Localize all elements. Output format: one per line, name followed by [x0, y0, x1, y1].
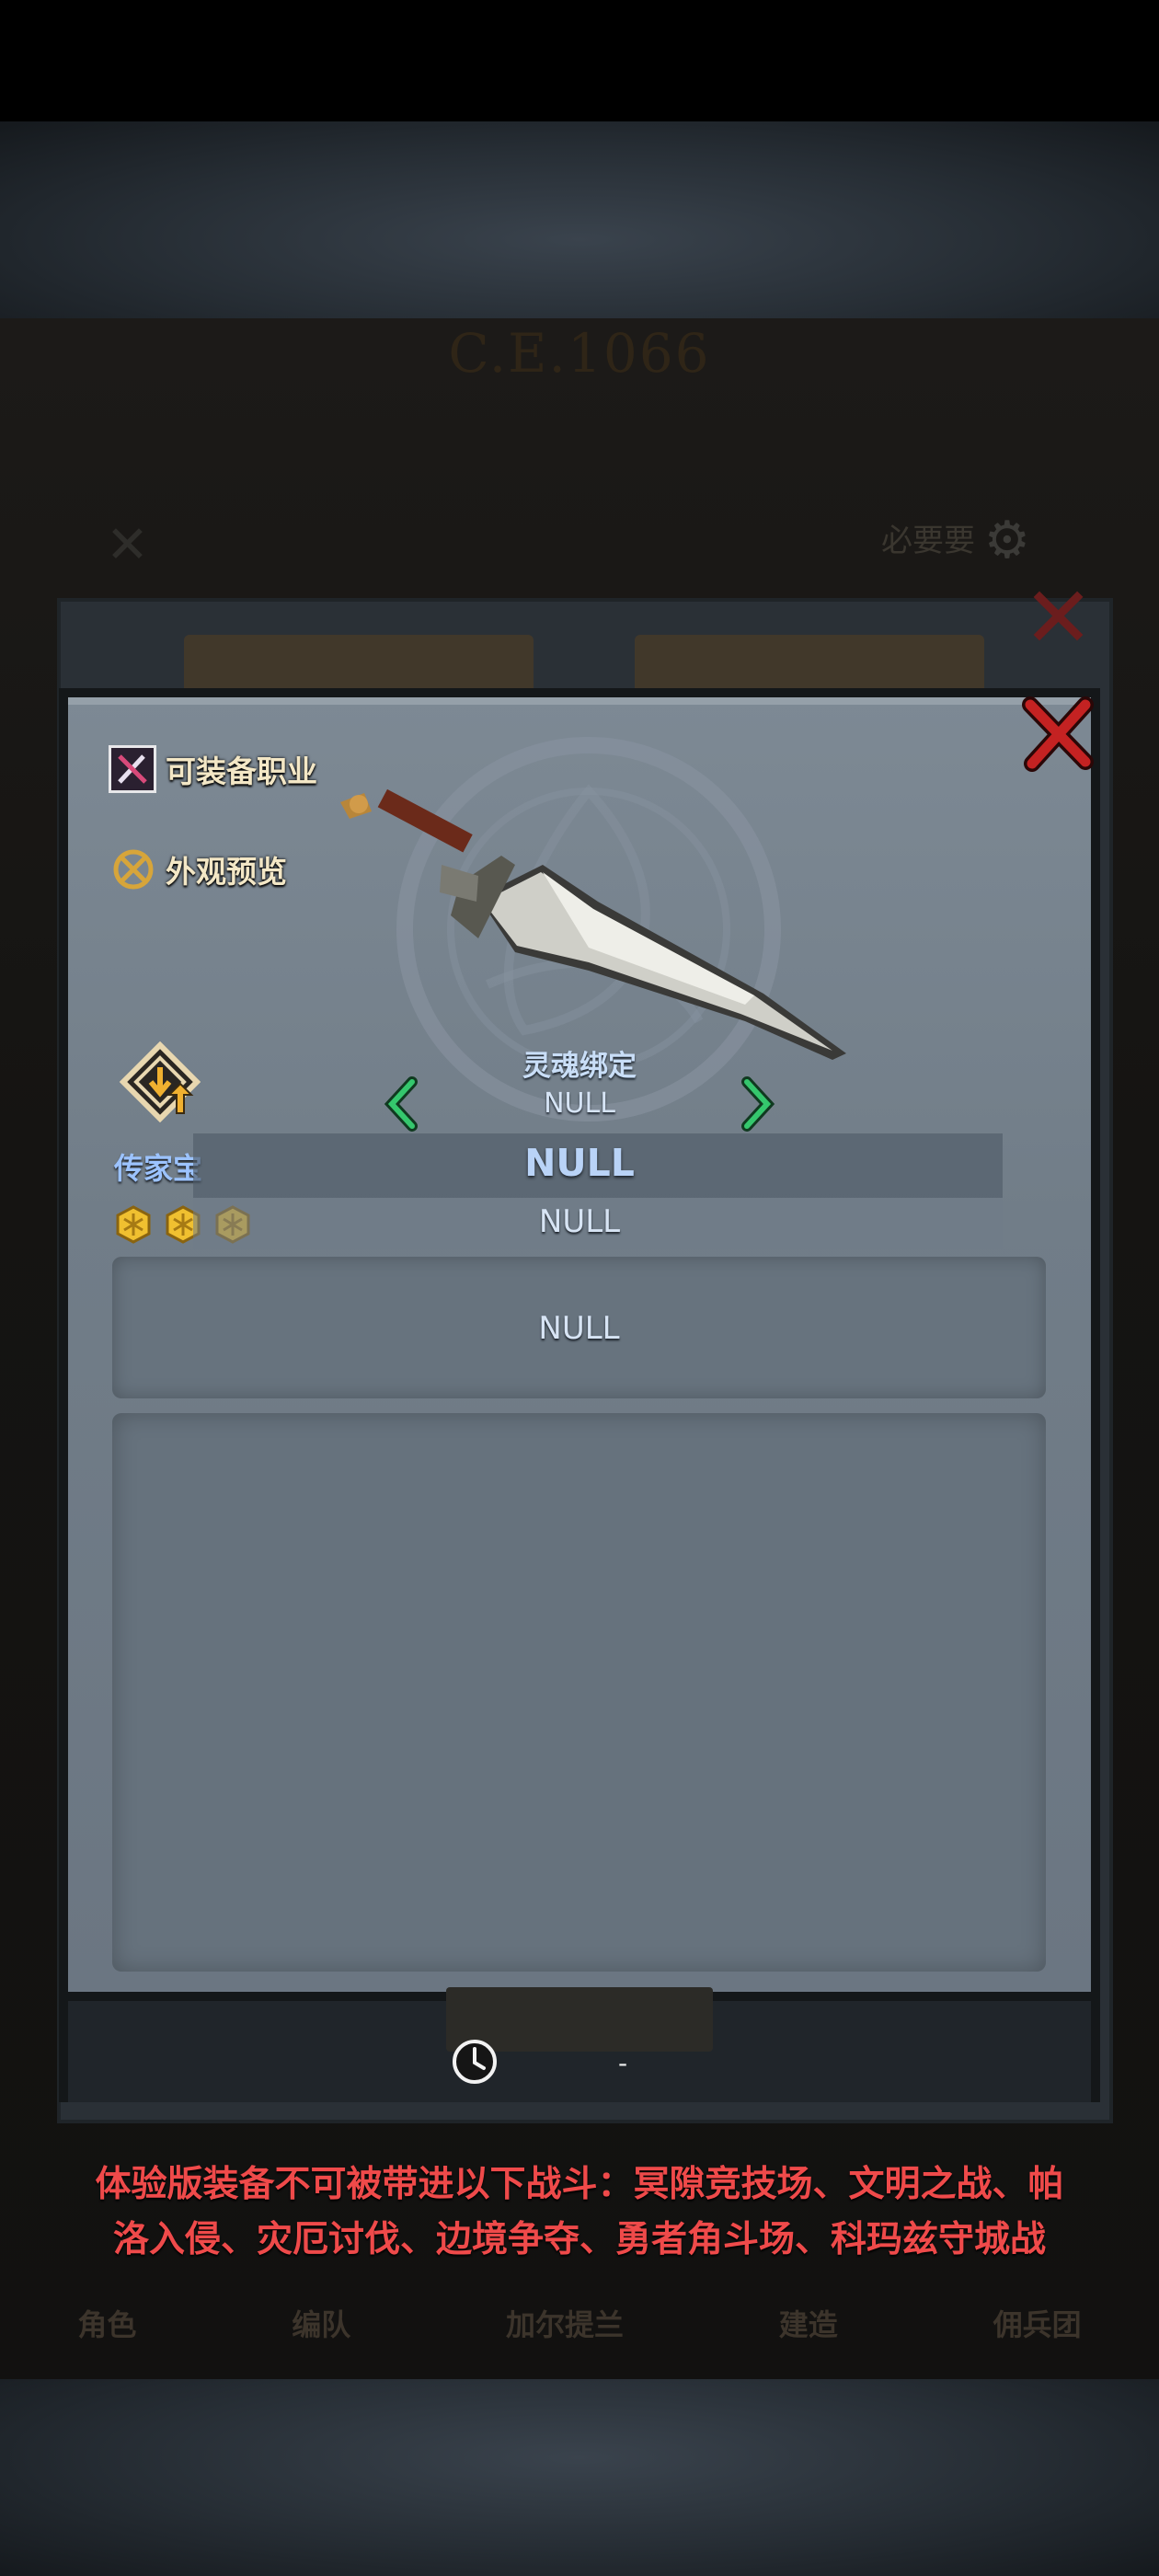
- nav-item-build: 建造: [778, 2307, 838, 2342]
- background-hint-text: 必要要: [881, 523, 975, 559]
- soul-bind-label: 灵魂绑定: [522, 1050, 637, 1083]
- soul-bind-value: NULL: [544, 1087, 615, 1120]
- item-name: NULL: [524, 1141, 635, 1185]
- stone-border-top: [0, 121, 1159, 318]
- appearance-preview-icon: [113, 849, 154, 890]
- star-icon: [116, 1205, 151, 1244]
- nav-item-mercenary: 佣兵团: [993, 2307, 1082, 2342]
- appearance-preview-button[interactable]: 外观预览: [110, 846, 287, 892]
- stats-box: [112, 1413, 1046, 1972]
- nav-item-formation: 编队: [292, 2307, 351, 2342]
- crossed-swords-icon: ✕: [106, 515, 149, 575]
- equippable-class-label: 可装备职业: [166, 753, 317, 789]
- crossed-weapons-icon: [109, 745, 156, 793]
- stone-border-bottom: [0, 2379, 1159, 2576]
- rarity-label: 传家宝: [114, 1151, 203, 1186]
- trial-equipment-notice: 体验版装备不可被带进以下战斗：冥隙竞技场、文明之战、帕 洛入侵、灾厄讨伐、边境争…: [37, 2157, 1122, 2268]
- clock-icon: [453, 2040, 497, 2084]
- equippable-class-button[interactable]: 可装备职业: [109, 745, 317, 793]
- notice-line-1: 体验版装备不可被带进以下战斗：冥隙竞技场、文明之战、帕: [95, 2164, 1064, 2205]
- timer-value: -: [618, 2048, 628, 2078]
- top-status-bar: [0, 0, 1159, 121]
- back-close-icon: ✕: [1023, 569, 1095, 667]
- close-icon: [1022, 696, 1094, 772]
- era-text: C.E.1066: [448, 322, 711, 385]
- nav-item-galtilan: 加尔提兰: [505, 2307, 624, 2342]
- notice-line-2: 洛入侵、灾厄讨伐、边境争夺、勇者角斗场、科玛兹守城战: [112, 2219, 1046, 2260]
- heirloom-rarity-icon: [120, 1041, 201, 1122]
- sword-item-image: [340, 788, 846, 1060]
- chevron-left-icon[interactable]: [379, 1075, 425, 1133]
- bottom-navigation: 角色 编队 加尔提兰 建造 佣兵团: [0, 2272, 1159, 2374]
- item-description: NULL: [538, 1310, 620, 1347]
- item-type: NULL: [538, 1203, 621, 1240]
- gear-icon: ⚙: [983, 511, 1030, 570]
- nav-item-character: 角色: [77, 2307, 137, 2342]
- close-button[interactable]: [1021, 692, 1095, 775]
- appearance-preview-label: 外观预览: [166, 854, 287, 890]
- chevron-right-icon[interactable]: [734, 1075, 780, 1133]
